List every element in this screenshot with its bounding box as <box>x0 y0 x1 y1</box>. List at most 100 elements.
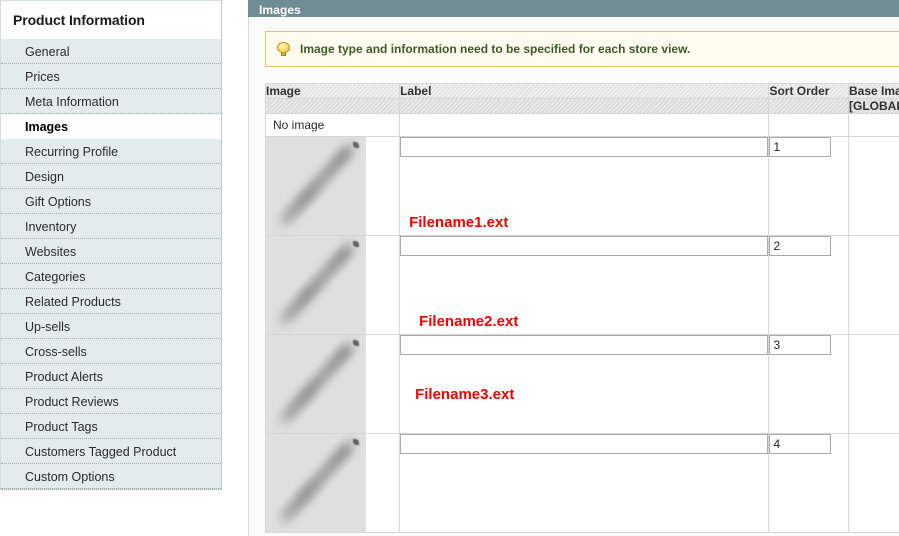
radio-holder <box>849 436 899 450</box>
sidebar-list-item: Product Tags <box>1 414 221 439</box>
base-image-cell <box>848 334 899 435</box>
sidebar-list-item: Custom Options <box>1 464 221 489</box>
sidebar-item-product-alerts[interactable]: Product Alerts <box>1 364 221 389</box>
label-cell: Filename2.ext <box>399 235 770 336</box>
table-row: Filename1.ext <box>264 136 899 237</box>
column-header-base-image[interactable]: Base Image <box>848 83 899 99</box>
base-image-cell <box>848 235 899 336</box>
image-thumbnail[interactable] <box>266 137 366 236</box>
sort-order-input[interactable] <box>769 335 832 356</box>
images-table-head: Image Label Sort Order Base Image <box>264 83 899 114</box>
no-image-cell: No image <box>264 112 401 138</box>
sort-order-input[interactable] <box>769 236 832 257</box>
images-panel: Images Image type and information need t… <box>248 0 899 536</box>
sidebar-item-meta-information[interactable]: Meta Information <box>1 89 221 114</box>
sidebar-item-customers-tagged-product[interactable]: Customers Tagged Product <box>1 439 221 464</box>
sidebar-item-inventory[interactable]: Inventory <box>1 214 221 239</box>
images-table-wrapper: Image Label Sort Order Base Image <box>264 83 899 534</box>
image-thumbnail[interactable] <box>266 335 366 434</box>
table-subheader-row: [GLOBAL] <box>264 98 899 114</box>
sidebar-item-product-tags[interactable]: Product Tags <box>1 414 221 439</box>
sidebar-list-item: Customers Tagged Product <box>1 439 221 464</box>
column-subheader-image <box>264 98 401 114</box>
sort-order-cell <box>768 433 849 534</box>
sidebar-list-item: Meta Information <box>1 89 221 114</box>
thumbnail-streak-core <box>280 246 352 324</box>
sidebar-list-item: Cross-sells <box>1 339 221 364</box>
column-header-label[interactable]: Label <box>399 83 770 99</box>
sort-order-input[interactable] <box>769 434 832 455</box>
filename-annotation: Filename1.ext <box>409 214 509 232</box>
sidebar-list-item: Websites <box>1 239 221 264</box>
label-cell <box>399 433 770 534</box>
sidebar-list-item: Categories <box>1 264 221 289</box>
thumbnail-streak-core <box>280 345 352 423</box>
label-input[interactable] <box>400 236 769 257</box>
sidebar-list-item: Inventory <box>1 214 221 239</box>
thumbnail-tip <box>353 439 359 446</box>
sidebar-list-item: Images <box>1 114 221 139</box>
no-image-label-cell <box>399 112 770 138</box>
table-row: Filename3.ext <box>264 334 899 435</box>
image-cell <box>264 235 401 336</box>
column-header-sort-order[interactable]: Sort Order <box>768 83 849 99</box>
label-input[interactable] <box>400 137 769 158</box>
sidebar-list-item: Recurring Profile <box>1 139 221 164</box>
sidebar-item-images[interactable]: Images <box>1 114 221 139</box>
filename-annotation: Filename3.ext <box>415 386 515 404</box>
column-subheader-base-image-scope: [GLOBAL] <box>848 98 899 114</box>
images-table-body: No image Filename1.ext Filename2.ext Filena… <box>264 112 899 534</box>
sidebar-list-item: Product Alerts <box>1 364 221 389</box>
product-edit-page: Product Information General Prices Meta In… <box>0 0 899 536</box>
image-thumbnail[interactable] <box>266 434 366 533</box>
table-row-no-image: No image <box>264 112 899 138</box>
sidebar-item-gift-options[interactable]: Gift Options <box>1 189 221 214</box>
images-table: Image Label Sort Order Base Image <box>264 83 899 534</box>
image-cell <box>264 136 401 237</box>
thumbnail-streak-core <box>280 444 352 522</box>
sidebar-title: Product Information <box>1 1 221 38</box>
sidebar-list-item: Gift Options <box>1 189 221 214</box>
sidebar-item-general[interactable]: General <box>1 39 221 64</box>
base-image-cell <box>848 136 899 237</box>
column-header-image[interactable]: Image <box>264 83 401 99</box>
sidebar-item-cross-sells[interactable]: Cross-sells <box>1 339 221 364</box>
label-input[interactable] <box>400 434 769 455</box>
filename-annotation: Filename2.ext <box>419 313 519 331</box>
sidebar-item-categories[interactable]: Categories <box>1 264 221 289</box>
sidebar-menu: General Prices Meta Information Images Recur… <box>1 38 221 489</box>
thumbnail-tip <box>353 340 359 347</box>
info-notice-text: Image type and information need to be sp… <box>300 42 691 56</box>
sidebar-list-item: Prices <box>1 64 221 89</box>
product-information-sidebar: Product Information General Prices Meta In… <box>0 0 222 490</box>
sidebar-list-item: Design <box>1 164 221 189</box>
sidebar-item-up-sells[interactable]: Up-sells <box>1 314 221 339</box>
sidebar-item-related-products[interactable]: Related Products <box>1 289 221 314</box>
sort-order-input[interactable] <box>769 137 832 158</box>
image-cell <box>264 334 401 435</box>
sidebar-list-item: General <box>1 39 221 64</box>
sidebar-list-item: Related Products <box>1 289 221 314</box>
lightbulb-icon <box>276 41 291 57</box>
thumbnail-streak-core <box>280 147 352 225</box>
panel-header-title: Images <box>248 0 899 17</box>
sidebar-item-prices[interactable]: Prices <box>1 64 221 89</box>
sidebar-list-item: Up-sells <box>1 314 221 339</box>
sidebar-item-design[interactable]: Design <box>1 164 221 189</box>
sidebar-item-websites[interactable]: Websites <box>1 239 221 264</box>
info-notice: Image type and information need to be sp… <box>265 31 899 67</box>
table-row: Filename2.ext <box>264 235 899 336</box>
image-thumbnail[interactable] <box>266 236 366 335</box>
radio-holder <box>849 139 899 153</box>
no-image-sort-cell <box>768 112 849 138</box>
panel-body: Image type and information need to be sp… <box>248 17 899 536</box>
sidebar-item-product-reviews[interactable]: Product Reviews <box>1 389 221 414</box>
radio-holder <box>849 119 899 133</box>
sidebar-item-recurring-profile[interactable]: Recurring Profile <box>1 139 221 164</box>
sort-order-cell <box>768 334 849 435</box>
label-cell: Filename3.ext <box>399 334 770 435</box>
sidebar-list-item: Product Reviews <box>1 389 221 414</box>
sidebar-container: Product Information General Prices Meta In… <box>0 0 231 536</box>
label-input[interactable] <box>400 335 769 356</box>
sidebar-item-custom-options[interactable]: Custom Options <box>1 464 221 489</box>
